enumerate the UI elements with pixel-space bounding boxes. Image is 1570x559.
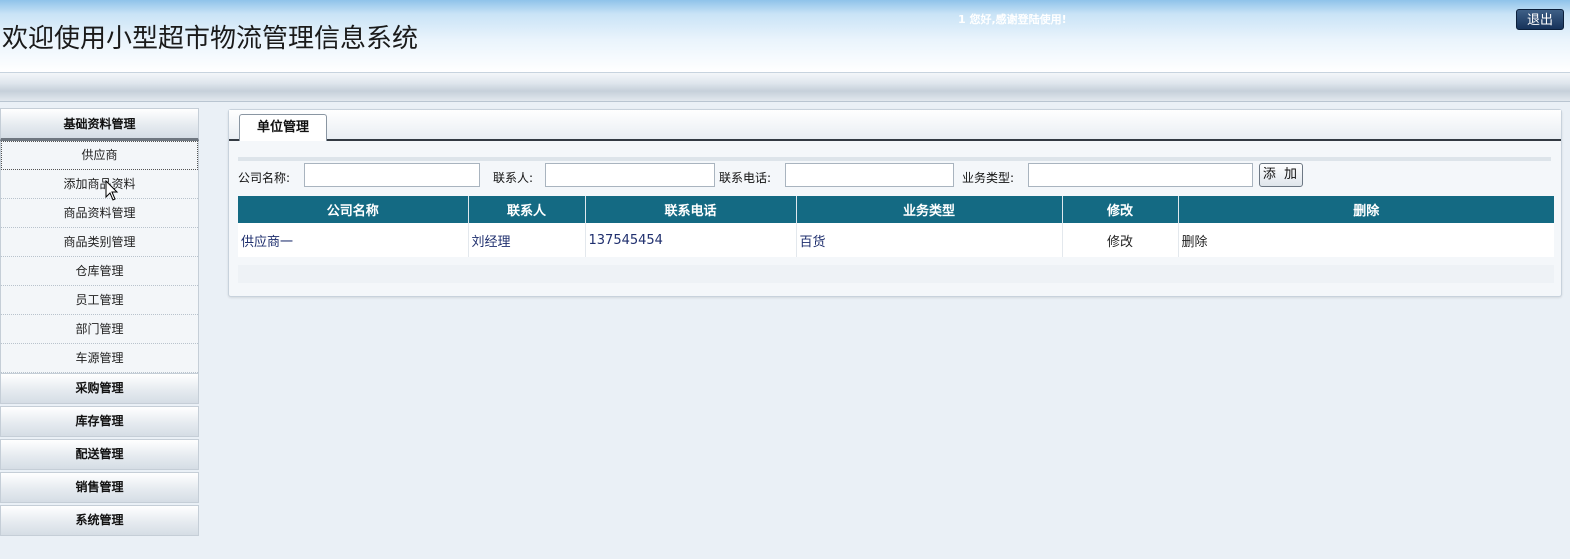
- logout-button[interactable]: 退出: [1516, 9, 1564, 30]
- sidebar-group-sales[interactable]: 销售管理: [0, 472, 199, 503]
- header-band: [0, 73, 1570, 102]
- sidebar-item-product-management[interactable]: 商品资料管理: [1, 199, 198, 228]
- column-header-business-type: 业务类型: [796, 196, 1063, 223]
- cell-business-type: 百货: [796, 223, 1063, 257]
- sidebar-item-category-management[interactable]: 商品类别管理: [1, 228, 198, 257]
- business-type-label: 业务类型:: [962, 171, 1015, 185]
- sidebar-item-add-product[interactable]: 添加商品资料: [1, 170, 198, 201]
- form-divider: [238, 157, 1551, 161]
- phone-label: 联系电话:: [719, 171, 772, 185]
- sidebar-item-employee-management[interactable]: 员工管理: [1, 286, 198, 315]
- column-header-edit: 修改: [1062, 196, 1179, 223]
- sidebar-group-system[interactable]: 系统管理: [0, 505, 199, 536]
- delete-link[interactable]: 删除: [1178, 223, 1554, 257]
- cell-contact: 刘经理: [468, 223, 586, 257]
- supplier-table: 公司名称 联系人 联系电话 业务类型 修改 删除 供应商一 刘经理 137545…: [238, 196, 1554, 257]
- cell-company: 供应商一: [238, 223, 469, 257]
- tab-unit-management[interactable]: 单位管理: [239, 114, 327, 141]
- sidebar-group-delivery[interactable]: 配送管理: [0, 439, 199, 470]
- sidebar-item-suppliers[interactable]: 供应商: [1, 141, 198, 170]
- add-button[interactable]: 添 加: [1259, 163, 1303, 187]
- sidebar-group-basic-data-items: 供应商 添加商品资料 商品资料管理 商品类别管理 仓库管理 员工管理 部门管理 …: [0, 141, 199, 373]
- app-title: 欢迎使用小型超市物流管理信息系统: [2, 24, 419, 54]
- sidebar-group-inventory[interactable]: 库存管理: [0, 406, 199, 437]
- company-name-label: 公司名称:: [238, 171, 291, 185]
- column-header-phone: 联系电话: [585, 196, 797, 223]
- sidebar-item-warehouse-management[interactable]: 仓库管理: [1, 257, 198, 286]
- main-panel: 单位管理 公司名称: 联系人: 联系电话: 业务类型: 添 加 公司名称 联系人…: [228, 109, 1562, 297]
- cell-phone: 137545454: [585, 223, 797, 257]
- column-header-company: 公司名称: [238, 196, 469, 223]
- column-header-delete: 删除: [1178, 196, 1554, 223]
- panel-footer: [238, 265, 1554, 283]
- welcome-text: 1 您好,感谢登陆使用!: [958, 13, 1067, 26]
- sidebar-group-purchasing[interactable]: 采购管理: [0, 373, 199, 404]
- edit-link[interactable]: 修改: [1062, 223, 1179, 257]
- sidebar-item-department-management[interactable]: 部门管理: [1, 315, 198, 344]
- business-type-input[interactable]: [1028, 163, 1253, 187]
- column-header-contact: 联系人: [468, 196, 586, 223]
- phone-input[interactable]: [785, 163, 954, 187]
- company-name-input[interactable]: [304, 163, 480, 187]
- table-header-row: 公司名称 联系人 联系电话 业务类型 修改 删除: [238, 196, 1554, 223]
- sidebar-item-label: 添加商品资料: [63, 177, 136, 191]
- sidebar-group-basic-data[interactable]: 基础资料管理: [0, 108, 199, 141]
- top-header: 欢迎使用小型超市物流管理信息系统 1 您好,感谢登陆使用! 退出: [0, 0, 1570, 73]
- sidebar-item-vehicle-management[interactable]: 车源管理: [1, 344, 198, 373]
- table-row: 供应商一 刘经理 137545454 百货 修改 删除: [238, 223, 1554, 257]
- contact-input[interactable]: [545, 163, 715, 187]
- sidebar: 基础资料管理 供应商 添加商品资料 商品资料管理 商品类别管理 仓库管理 员工管…: [0, 108, 199, 538]
- tab-strip: 单位管理: [229, 110, 1561, 141]
- contact-label: 联系人:: [493, 171, 534, 185]
